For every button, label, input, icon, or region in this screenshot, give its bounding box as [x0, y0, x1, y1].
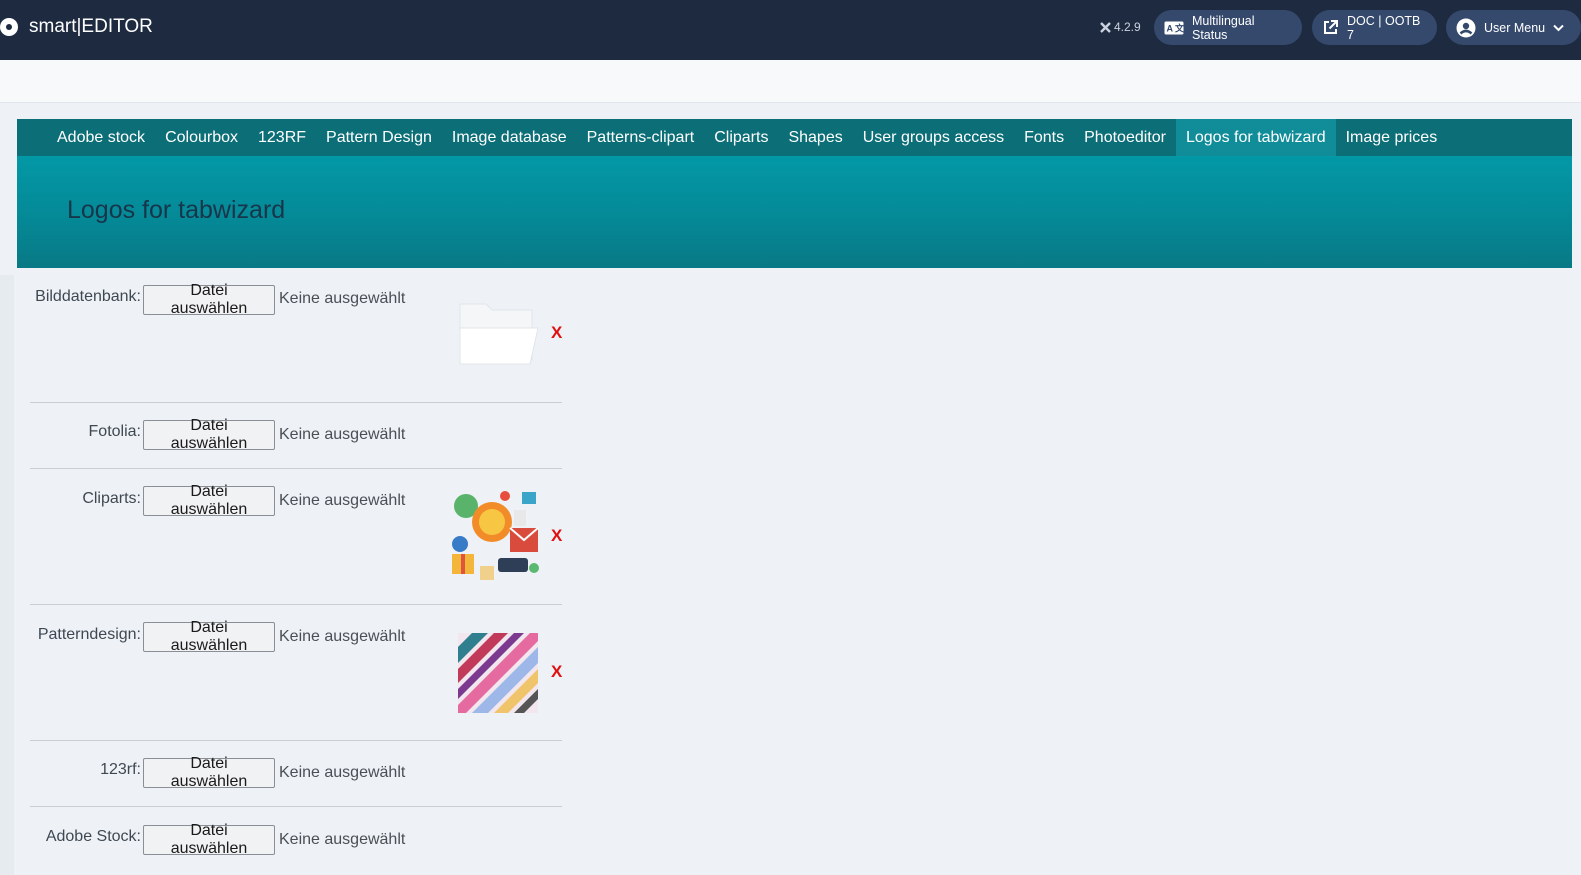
user-icon [1456, 18, 1476, 38]
file-select-button[interactable]: Datei auswählen [143, 483, 275, 518]
svg-text:A: A [1167, 23, 1174, 33]
svg-text:文: 文 [1174, 22, 1184, 33]
file-status-text: Keine ausgewählt [279, 492, 406, 509]
field-label: Patterndesign: [37, 626, 141, 643]
multilingual-status-button[interactable]: A 文 Multilingual Status [1154, 10, 1302, 45]
file-select-button[interactable]: Datei auswählen [143, 417, 275, 452]
file-status-text: Keine ausgewählt [279, 290, 406, 307]
folder-icon [456, 298, 540, 382]
cliparts-logo [450, 488, 542, 584]
tab-pattern-design[interactable]: Pattern Design [316, 119, 442, 156]
doc-label: DOC | OOTB 7 [1347, 13, 1421, 42]
brand[interactable]: smart|EDITOR [0, 16, 153, 38]
tab-image-prices[interactable]: Image prices [1336, 119, 1448, 156]
form-row-123rf: 123rf: Datei auswählen Keine ausgewählt [30, 740, 562, 807]
page-title: Logos for tabwizard [67, 196, 286, 224]
delete-logo-button[interactable]: X [551, 323, 562, 343]
file-status-text: Keine ausgewählt [279, 764, 406, 781]
file-select-button[interactable]: Datei auswählen [143, 282, 275, 317]
file-select-button[interactable]: Datei auswählen [143, 619, 275, 654]
tab-image-database[interactable]: Image database [442, 119, 577, 156]
brand-logo-icon [0, 18, 18, 36]
field-label: Adobe Stock: [45, 828, 141, 845]
tab-logos-for-tabwizard[interactable]: Logos for tabwizard [1175, 119, 1336, 156]
field-label: Cliparts: [82, 490, 141, 507]
form-row-fotolia: Fotolia: Datei auswählen Keine ausgewähl… [30, 402, 562, 469]
form-row-bilddatenbank: Bilddatenbank: Datei auswählen Keine aus… [30, 275, 562, 403]
form-row-patterndesign: Patterndesign: Datei auswählen Keine aus… [30, 604, 562, 741]
brand-name: smart|EDITOR [29, 16, 153, 37]
version-info: 4.2.9 [1100, 20, 1141, 34]
tab-shapes[interactable]: Shapes [778, 119, 852, 156]
joomla-icon [1100, 21, 1111, 33]
field-label: 123rf: [100, 761, 141, 778]
doc-button[interactable]: DOC | OOTB 7 [1312, 10, 1437, 45]
tab-colourbox[interactable]: Colourbox [155, 119, 248, 156]
tab-123rf[interactable]: 123RF [248, 119, 316, 156]
form-row-cliparts: Cliparts: Datei auswählen Keine ausgewäh… [30, 468, 562, 605]
form-row-adobe-stock: Adobe Stock: Datei auswählen Keine ausge… [30, 806, 562, 874]
field-label: Bilddatenbank: [35, 288, 141, 305]
component-nav: Adobe stock Colourbox 123RF Pattern Desi… [17, 119, 1572, 156]
chevron-down-icon [1553, 24, 1564, 32]
tab-cliparts[interactable]: Cliparts [704, 119, 778, 156]
tab-adobe-stock[interactable]: Adobe stock [47, 119, 155, 156]
tab-fonts[interactable]: Fonts [1014, 119, 1074, 156]
page-header: Logos for tabwizard [17, 156, 1572, 268]
top-header: smart|EDITOR 4.2.9 A 文 Multilingual Stat… [0, 0, 1581, 60]
file-status-text: Keine ausgewählt [279, 426, 406, 443]
version-number: 4.2.9 [1114, 20, 1141, 34]
user-menu-button[interactable]: User Menu [1446, 10, 1581, 45]
toolbar-strip [0, 60, 1581, 103]
multilingual-status-label: Multilingual Status [1192, 13, 1255, 42]
tab-user-groups-access[interactable]: User groups access [853, 119, 1014, 156]
field-label: Fotolia: [88, 423, 141, 440]
language-icon: A 文 [1164, 21, 1184, 35]
file-status-text: Keine ausgewählt [279, 628, 406, 645]
pattern-logo [458, 633, 538, 713]
file-select-button[interactable]: Datei auswählen [143, 755, 275, 790]
delete-logo-button[interactable]: X [551, 526, 562, 546]
tab-patterns-clipart[interactable]: Patterns-clipart [577, 119, 705, 156]
delete-logo-button[interactable]: X [551, 662, 562, 682]
left-gutter [0, 275, 14, 875]
file-select-button[interactable]: Datei auswählen [143, 822, 275, 857]
user-menu-label: User Menu [1484, 20, 1546, 35]
tab-photoeditor[interactable]: Photoeditor [1074, 119, 1176, 156]
external-link-icon [1322, 19, 1339, 36]
file-status-text: Keine ausgewählt [279, 831, 406, 848]
